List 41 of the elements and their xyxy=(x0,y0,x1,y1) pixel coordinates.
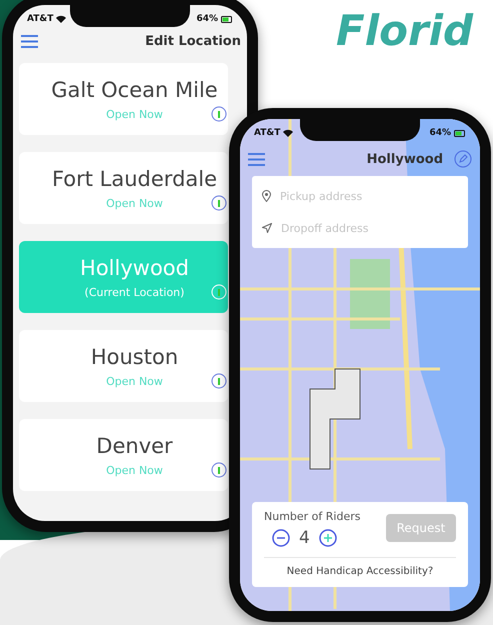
rider-count: 4 xyxy=(299,528,310,548)
wifi-icon xyxy=(283,129,294,137)
battery-icon xyxy=(454,130,466,136)
location-status: Open Now xyxy=(106,108,163,120)
carrier-label: AT&T xyxy=(254,128,280,138)
edit-button[interactable] xyxy=(454,150,472,168)
dropoff-field[interactable]: Dropoff address xyxy=(281,222,431,234)
minus-button[interactable] xyxy=(272,529,290,547)
info-icon[interactable] xyxy=(211,106,227,122)
screen-title: Edit Location xyxy=(145,34,241,49)
location-status: Open Now xyxy=(106,464,163,476)
location-name: Denver xyxy=(96,434,173,458)
location-card[interactable]: Galt Ocean Mile Open Now xyxy=(19,63,228,135)
plus-button[interactable] xyxy=(318,529,337,547)
location-card[interactable]: Houston Open Now xyxy=(19,330,228,402)
menu-button[interactable] xyxy=(21,35,38,48)
menu-button[interactable] xyxy=(248,152,265,166)
info-icon[interactable] xyxy=(211,195,227,211)
carrier-label: AT&T xyxy=(27,14,54,24)
riders-label: Number of Riders xyxy=(264,510,360,523)
battery-icon xyxy=(221,16,233,22)
location-card[interactable]: Fort Lauderdale Open Now xyxy=(19,152,228,224)
info-icon[interactable] xyxy=(211,373,227,389)
location-name: Hollywood xyxy=(80,256,189,280)
battery-label: 64% xyxy=(196,14,218,24)
info-icon[interactable] xyxy=(211,462,227,478)
location-status: (Current Location) xyxy=(84,286,184,298)
navigation-arrow-icon xyxy=(262,223,272,233)
location-name: Houston xyxy=(90,344,178,368)
location-card[interactable]: Denver Open Now xyxy=(19,419,228,491)
headline: Florid xyxy=(336,6,474,55)
location-name: Galt Ocean Mile xyxy=(51,78,218,102)
pin-icon xyxy=(262,190,271,202)
battery-label: 64% xyxy=(429,128,451,138)
location-status: Open Now xyxy=(106,374,163,388)
wifi-icon xyxy=(56,15,66,23)
location-status: Open Now xyxy=(106,196,163,210)
location-name: Fort Lauderdale xyxy=(52,166,218,190)
pickup-field[interactable]: Pickup address xyxy=(280,190,430,202)
screen-title: Hollywood xyxy=(366,152,443,166)
accessibility-link[interactable]: Need Handicap Accessibility? xyxy=(264,566,456,577)
